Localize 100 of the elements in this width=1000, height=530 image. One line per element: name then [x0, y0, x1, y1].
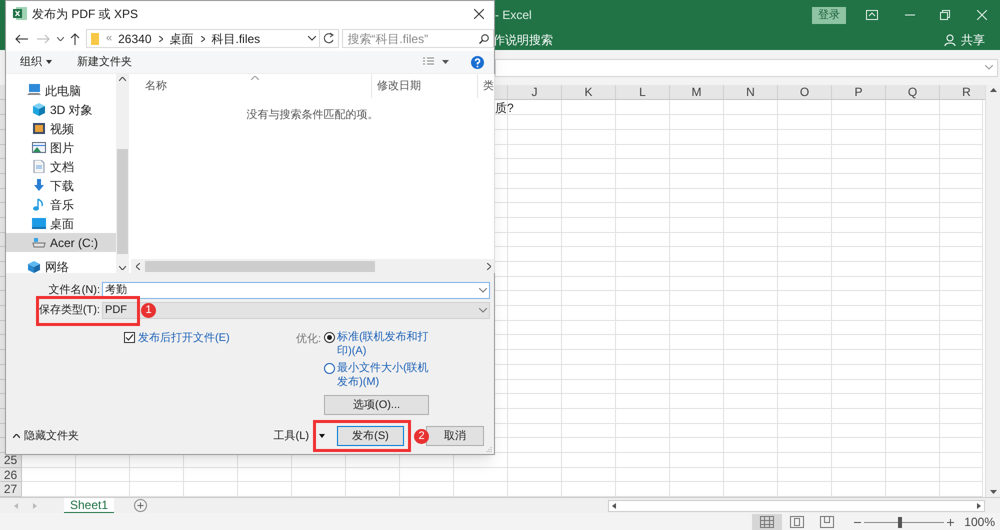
worksheet-cell[interactable]	[508, 452, 562, 468]
worksheet-cell[interactable]	[832, 100, 886, 116]
worksheet-cell[interactable]	[886, 350, 940, 365]
worksheet-cell[interactable]	[616, 394, 670, 409]
worksheet-cell[interactable]	[886, 115, 940, 130]
worksheet-cell[interactable]	[508, 424, 562, 438]
worksheet-cell[interactable]	[832, 247, 886, 262]
worksheet-cell[interactable]	[724, 262, 778, 277]
column-header[interactable]: K	[562, 85, 616, 99]
worksheet-cell[interactable]	[400, 468, 454, 482]
worksheet-cell[interactable]	[940, 380, 983, 394]
worksheet-cell[interactable]	[562, 468, 616, 482]
worksheet-cell[interactable]	[832, 159, 886, 174]
worksheet-cell[interactable]	[940, 276, 983, 292]
worksheet-cell[interactable]	[778, 276, 832, 292]
worksheet-cell[interactable]	[886, 276, 940, 292]
worksheet-cell[interactable]	[886, 380, 940, 394]
worksheet-cell[interactable]	[886, 188, 940, 204]
nav-item[interactable]: 图片	[6, 138, 116, 157]
worksheet-cell[interactable]	[562, 438, 616, 453]
checkbox-label[interactable]: 发布后打开文件(E)	[138, 330, 230, 346]
worksheet-cell[interactable]	[724, 130, 778, 144]
worksheet-cell[interactable]	[508, 232, 562, 248]
worksheet-cell[interactable]	[508, 188, 562, 204]
worksheet-cell[interactable]	[886, 468, 940, 482]
worksheet-cell[interactable]	[508, 276, 562, 292]
scroll-right-icon[interactable]	[977, 502, 982, 508]
worksheet-cell[interactable]	[508, 394, 562, 409]
worksheet-cell[interactable]	[562, 424, 616, 438]
worksheet-cell[interactable]	[940, 115, 983, 130]
scroll-up-icon[interactable]	[119, 77, 126, 81]
worksheet-cell[interactable]	[886, 335, 940, 350]
worksheet-cell[interactable]	[778, 159, 832, 174]
worksheet-cell[interactable]	[940, 306, 983, 321]
worksheet-cell[interactable]	[778, 350, 832, 365]
worksheet-cell[interactable]	[724, 335, 778, 350]
worksheet-cell[interactable]	[508, 203, 562, 218]
worksheet-cell[interactable]	[508, 320, 562, 336]
worksheet-cell[interactable]	[508, 262, 562, 277]
column-header[interactable]: L	[616, 85, 670, 99]
worksheet-cell[interactable]	[670, 320, 724, 336]
tools-menu[interactable]: 工具(L)	[274, 428, 309, 444]
new-folder-button[interactable]: 新建文件夹	[77, 54, 132, 70]
worksheet-cell[interactable]	[616, 468, 670, 482]
zoom-in-icon[interactable]	[947, 518, 954, 526]
worksheet-cell[interactable]	[832, 262, 886, 277]
cancel-button[interactable]: 取消	[426, 426, 484, 446]
worksheet-cell[interactable]	[724, 408, 778, 424]
worksheet-cell[interactable]	[724, 144, 778, 160]
worksheet-cell[interactable]	[832, 452, 886, 468]
nav-item[interactable]: 下载	[6, 176, 116, 195]
worksheet-cell[interactable]	[886, 130, 940, 144]
worksheet-cell[interactable]	[886, 408, 940, 424]
worksheet-cell[interactable]	[616, 188, 670, 204]
worksheet-cell[interactable]	[670, 408, 724, 424]
worksheet-cell[interactable]	[778, 130, 832, 144]
worksheet-cell[interactable]	[778, 262, 832, 277]
worksheet-cell[interactable]	[670, 218, 724, 233]
worksheet-cell[interactable]	[670, 144, 724, 160]
scroll-up-icon[interactable]	[990, 88, 996, 92]
nav-item[interactable]: Acer (C:)	[6, 233, 116, 252]
worksheet-cell[interactable]	[832, 130, 886, 144]
column-header[interactable]: 名称	[131, 74, 371, 98]
worksheet-cell[interactable]	[562, 203, 616, 218]
worksheet-cell[interactable]	[832, 364, 886, 380]
address-bar[interactable]: « 26340 桌面 科目.files	[86, 29, 320, 48]
dropdown-caret-icon[interactable]	[319, 434, 325, 438]
worksheet-cell[interactable]	[616, 247, 670, 262]
nav-item[interactable]: 3D 对象	[6, 100, 116, 119]
scrollbar-thumb[interactable]	[117, 148, 128, 254]
worksheet-cell[interactable]	[616, 174, 670, 189]
nav-item[interactable]: 文档	[6, 157, 116, 176]
worksheet-cell[interactable]	[616, 424, 670, 438]
worksheet-cell[interactable]	[616, 320, 670, 336]
worksheet-cell[interactable]	[886, 438, 940, 453]
worksheet-cell[interactable]	[562, 247, 616, 262]
worksheet-cell[interactable]	[832, 291, 886, 306]
worksheet-cell[interactable]	[670, 262, 724, 277]
zoom-slider[interactable]	[864, 516, 944, 528]
column-header[interactable]: Q	[886, 85, 940, 99]
worksheet-cell[interactable]	[832, 306, 886, 321]
up-arrow-icon[interactable]	[70, 32, 80, 44]
worksheet-cell[interactable]	[562, 262, 616, 277]
worksheet-cell[interactable]	[508, 364, 562, 380]
worksheet-cell[interactable]	[886, 174, 940, 189]
worksheet-cell[interactable]	[832, 276, 886, 292]
worksheet-cell[interactable]	[670, 291, 724, 306]
worksheet-cell[interactable]	[832, 350, 886, 365]
worksheet-cell[interactable]	[886, 306, 940, 321]
next-sheet-icon[interactable]	[33, 502, 37, 508]
breadcrumb-item[interactable]: 科目.files	[212, 30, 260, 48]
worksheet-cell[interactable]	[940, 350, 983, 365]
worksheet-cell[interactable]	[562, 188, 616, 204]
worksheet-cell[interactable]	[562, 291, 616, 306]
worksheet-cell[interactable]	[778, 174, 832, 189]
search-icon[interactable]	[479, 34, 489, 44]
worksheet-cell[interactable]	[832, 144, 886, 160]
worksheet-cell[interactable]	[724, 468, 778, 482]
nav-item[interactable]: 网络	[6, 257, 116, 273]
worksheet-cell[interactable]	[508, 144, 562, 160]
